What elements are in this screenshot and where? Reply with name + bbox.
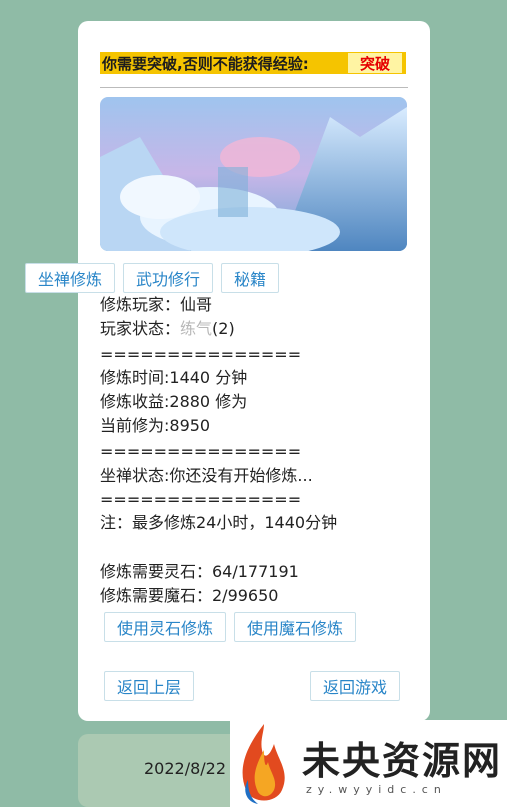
- tab-bar: 坐禅修炼 武功修行 秘籍: [25, 263, 280, 293]
- return-game-button[interactable]: 返回游戏: [310, 671, 401, 701]
- tab-meditation[interactable]: 坐禅修炼: [25, 263, 116, 293]
- meditation-status: 坐禅状态:你还没有开始修炼...: [100, 466, 313, 485]
- tab-martial[interactable]: 武功修行: [123, 263, 214, 293]
- action-row: 使用灵石修炼 使用魔石修炼: [104, 612, 357, 642]
- divider-text: ===============: [100, 345, 302, 364]
- back-button[interactable]: 返回上层: [104, 671, 195, 701]
- player-name-line: 修炼玩家：仙哥: [100, 293, 212, 317]
- stat-gain: 修炼收益:2880 修为: [100, 392, 248, 411]
- player-name-label: 修炼玩家：: [100, 295, 181, 314]
- watermark-title: 未央资源网: [302, 739, 503, 783]
- limit-note: 注：最多修炼24小时，1440分钟: [100, 513, 338, 532]
- player-status-label: 玩家状态：: [100, 319, 181, 338]
- breakthrough-button[interactable]: 突破: [347, 53, 402, 73]
- spirit-stone-cost: 修炼需要灵石：64/177191: [100, 562, 299, 581]
- watermark: 未央资源网 zy.wyyidc.cn: [230, 720, 507, 807]
- player-status-line: 玩家状态：练气(2): [100, 317, 235, 341]
- notice-text: 你需要突破,否则不能获得经验:: [102, 54, 309, 73]
- divider-text: ===============: [100, 490, 302, 509]
- demon-stone-cost: 修炼需要魔石：2/99650: [100, 586, 279, 605]
- flame-logo-icon: [242, 724, 285, 804]
- player-level: 练气: [180, 319, 213, 338]
- use-demon-stone-button[interactable]: 使用魔石修炼: [234, 612, 357, 642]
- use-spirit-stone-button[interactable]: 使用灵石修炼: [104, 612, 227, 642]
- divider-text: ===============: [100, 442, 302, 461]
- footer-date: 2022/8/22: [144, 759, 227, 778]
- tab-secret-books[interactable]: 秘籍: [221, 263, 280, 293]
- player-level-suffix: (2): [212, 319, 235, 338]
- breakthrough-notice: 你需要突破,否则不能获得经验: 突破: [100, 52, 406, 74]
- watermark-url: zy.wyyidc.cn: [306, 783, 447, 796]
- stat-time: 修炼时间:1440 分钟: [100, 368, 248, 387]
- banner-image: [100, 97, 407, 251]
- divider-line: [100, 87, 408, 88]
- stat-current: 当前修为:8950: [100, 416, 211, 435]
- player-name: 仙哥: [180, 295, 213, 314]
